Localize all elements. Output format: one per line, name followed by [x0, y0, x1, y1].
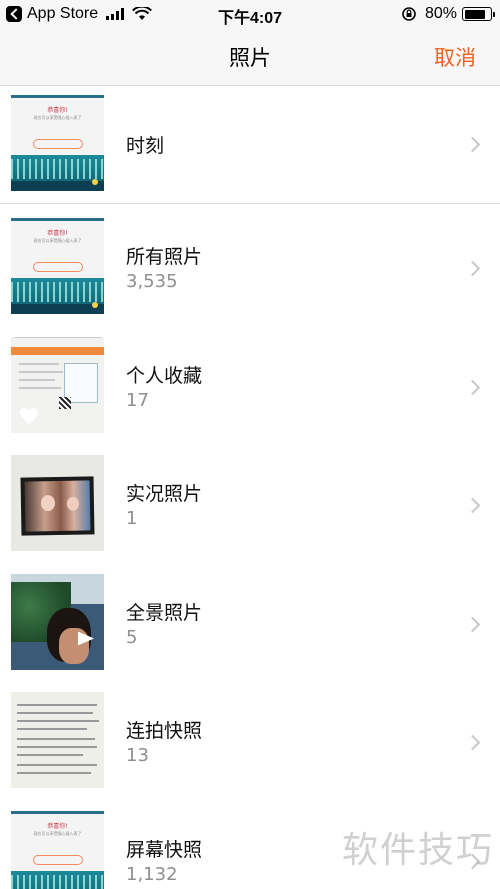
- album-name: 时刻: [126, 135, 165, 157]
- chevron-right-icon: [464, 136, 481, 153]
- album-thumbnail: [11, 573, 104, 670]
- chevron-right-icon: [464, 497, 481, 514]
- album-count: 5: [126, 626, 138, 648]
- album-row-bursts[interactable]: 连拍快照 13: [0, 678, 500, 797]
- album-thumbnail: [11, 336, 104, 433]
- thumb-subtitle: 现在可以享受随心插入表了: [33, 830, 82, 836]
- album-name: 屏幕快照: [126, 838, 203, 861]
- thumb-title: 恭喜你!: [47, 822, 68, 830]
- album-row-panoramas[interactable]: 全景照片 5: [0, 560, 500, 679]
- navigation-bar: 照片 取消: [0, 28, 500, 86]
- rotation-lock-icon: [402, 7, 416, 21]
- thumb-subtitle: 现在可以享受随心插入表了: [33, 238, 82, 243]
- album-thumbnail: [11, 692, 104, 788]
- album-name: 所有照片: [126, 246, 203, 268]
- album-name: 全景照片: [126, 601, 203, 624]
- cancel-button[interactable]: 取消: [434, 42, 476, 72]
- album-row-favorites[interactable]: 个人收藏 17: [0, 323, 500, 442]
- watermark: 软件技巧: [341, 830, 494, 871]
- album-name: 个人收藏: [126, 364, 203, 387]
- album-count: 1: [126, 508, 138, 529]
- thumb-button-shape: [33, 262, 83, 272]
- album-thumbnail: [11, 455, 104, 551]
- status-bar: App Store 下午4:07 80%: [0, 0, 500, 28]
- album-name: 实况照片: [126, 483, 203, 505]
- album-thumbnail: 恭喜你! 现在可以享受随心插入表了: [11, 95, 104, 191]
- album-count: 13: [126, 745, 149, 766]
- album-thumbnail: 恭喜你! 现在可以享受随心插入表了: [11, 810, 104, 889]
- heart-icon: [20, 407, 38, 424]
- album-name: 连拍快照: [126, 720, 203, 742]
- album-row-live-photos[interactable]: 实况照片 1: [0, 441, 500, 560]
- page-title: 照片: [229, 46, 271, 70]
- chevron-right-icon: [464, 260, 481, 277]
- album-thumbnail: 恭喜你! 现在可以享受随心插入表了: [11, 218, 104, 314]
- thumb-title: 恭喜你!: [47, 107, 68, 114]
- thumb-button-shape: [33, 854, 83, 865]
- thumb-title: 恭喜你!: [47, 230, 68, 237]
- thumb-subtitle: 现在可以享受随心插入表了: [33, 115, 82, 120]
- album-row-all-photos[interactable]: 恭喜你! 现在可以享受随心插入表了 所有照片 3,535: [0, 204, 500, 323]
- album-count: 17: [126, 389, 149, 411]
- chevron-right-icon: [464, 379, 481, 395]
- battery-percent: 80%: [424, 5, 457, 22]
- thumb-button-shape: [33, 139, 83, 149]
- chevron-right-icon: [464, 734, 481, 751]
- battery-icon: [462, 7, 495, 21]
- album-row-moments[interactable]: 恭喜你! 现在可以享受随心插入表了 时刻: [0, 86, 500, 204]
- album-list: 恭喜你! 现在可以享受随心插入表了 时刻 恭喜你! 现在可以享受随心插入表了 所…: [0, 86, 500, 889]
- album-count: 3,535: [126, 271, 178, 292]
- album-count: 1,132: [126, 863, 178, 885]
- chevron-right-icon: [464, 616, 481, 632]
